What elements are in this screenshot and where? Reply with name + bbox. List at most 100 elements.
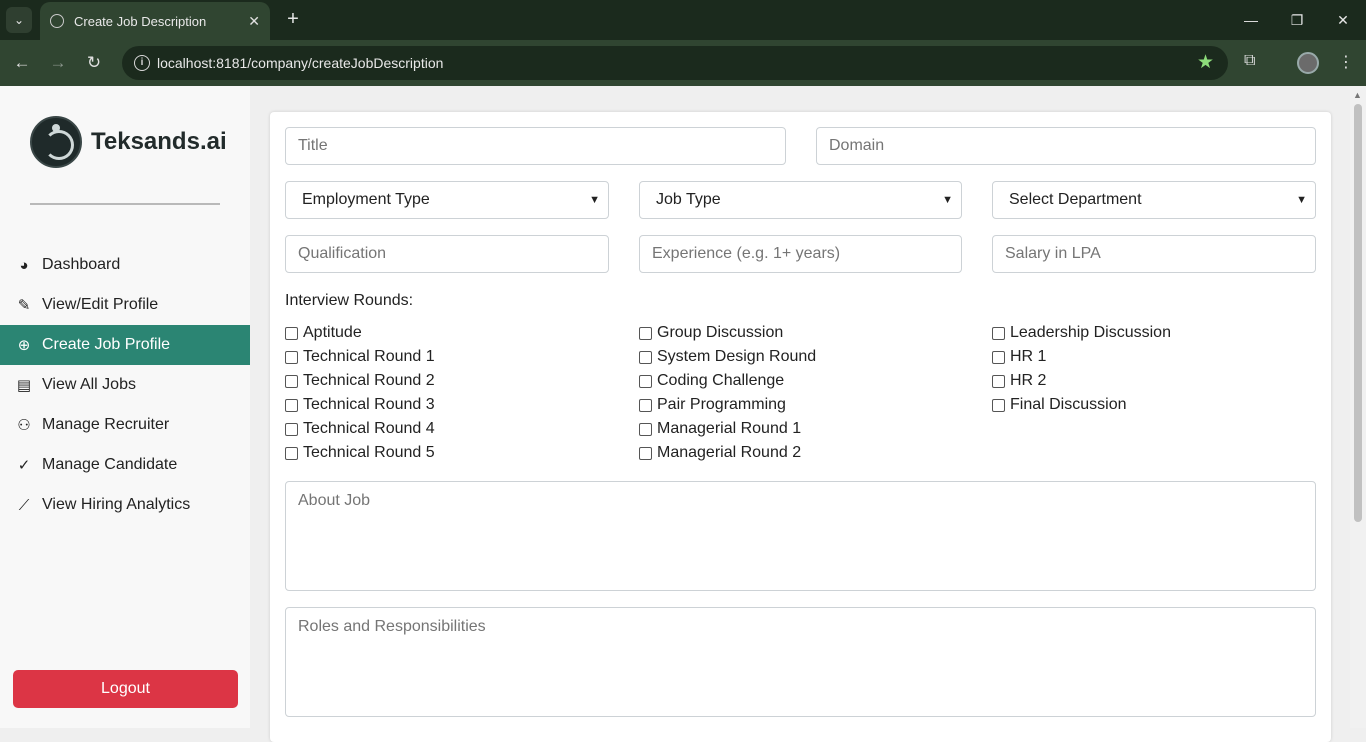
department-value: Select Department — [1009, 191, 1142, 208]
department-select[interactable]: Select Department ▼ — [992, 181, 1316, 219]
sidebar-item-label: View All Jobs — [42, 376, 136, 393]
sidebar-item-create-job-profile[interactable]: ⊕ Create Job Profile — [0, 325, 250, 365]
new-tab-button[interactable]: + — [282, 8, 304, 30]
checkbox[interactable] — [285, 422, 298, 436]
brand-name: Teksands.ai — [91, 128, 227, 155]
checkbox[interactable] — [639, 422, 652, 436]
sidebar-item-view-hiring-analytics[interactable]: ⟋ View Hiring Analytics — [0, 485, 250, 525]
checkbox[interactable] — [285, 446, 298, 460]
minimize-button[interactable]: — — [1228, 0, 1274, 40]
round-checkbox-technical-4[interactable]: Technical Round 4 — [285, 420, 435, 438]
forward-button[interactable]: → — [47, 52, 69, 74]
checkbox[interactable] — [992, 350, 1005, 364]
round-checkbox-technical-5[interactable]: Technical Round 5 — [285, 444, 435, 462]
checkbox[interactable] — [992, 374, 1005, 388]
scroll-up-icon[interactable]: ▲ — [1353, 90, 1362, 100]
page-scrollbar[interactable]: ▲ — [1350, 86, 1366, 728]
round-checkbox-hr-2[interactable]: HR 2 — [992, 372, 1046, 390]
checkbox-label: HR 1 — [1010, 348, 1047, 365]
logout-button[interactable]: Logout — [13, 670, 238, 708]
round-checkbox-leadership-discussion[interactable]: Leadership Discussion — [992, 324, 1171, 342]
checkbox[interactable] — [285, 326, 298, 340]
checkbox-label: System Design Round — [657, 348, 817, 365]
menu-icon[interactable]: ⋮ — [1338, 52, 1354, 72]
browser-tab[interactable]: Create Job Description ✕ — [40, 2, 270, 40]
user-check-icon: ✓ — [17, 457, 31, 474]
round-checkbox-aptitude[interactable]: Aptitude — [285, 324, 362, 342]
sidebar-item-view-edit-profile[interactable]: ✎ View/Edit Profile — [0, 285, 250, 325]
site-info-icon[interactable]: i — [134, 55, 150, 71]
employment-type-select[interactable]: Employment Type ▼ — [285, 181, 609, 219]
checkbox[interactable] — [639, 374, 652, 388]
checkbox-label: Coding Challenge — [657, 372, 785, 389]
sidebar-item-label: Create Job Profile — [42, 336, 171, 353]
checkbox[interactable] — [285, 374, 298, 388]
checkbox-label: Pair Programming — [657, 396, 786, 413]
round-checkbox-technical-1[interactable]: Technical Round 1 — [285, 348, 435, 366]
checkbox-label: Leadership Discussion — [1010, 324, 1171, 341]
tab-search-button[interactable]: ⌄ — [6, 7, 32, 33]
checkbox-label: HR 2 — [1010, 372, 1047, 389]
chevron-down-icon: ▼ — [1296, 194, 1307, 206]
title-input[interactable]: Title — [285, 127, 786, 165]
job-type-select[interactable]: Job Type ▼ — [639, 181, 962, 219]
sidebar-item-label: Dashboard — [42, 256, 121, 273]
checkbox-label: Technical Round 2 — [303, 372, 435, 389]
sidebar-item-manage-candidate[interactable]: ✓ Manage Candidate — [0, 445, 250, 485]
checkbox[interactable] — [992, 326, 1005, 340]
checkbox[interactable] — [639, 350, 652, 364]
scrollbar-thumb[interactable] — [1354, 104, 1362, 522]
chart-line-icon: ⟋ — [18, 496, 30, 514]
checkbox[interactable] — [992, 398, 1005, 412]
sidebar-item-view-all-jobs[interactable]: ▤ View All Jobs — [0, 365, 250, 405]
sidebar-item-label: View Hiring Analytics — [42, 496, 191, 513]
checkbox[interactable] — [285, 398, 298, 412]
checkbox-label: Group Discussion — [657, 324, 784, 341]
checkbox[interactable] — [639, 398, 652, 412]
round-checkbox-final-discussion[interactable]: Final Discussion — [992, 396, 1126, 414]
back-button[interactable]: ← — [11, 52, 33, 74]
round-checkbox-group-discussion[interactable]: Group Discussion — [639, 324, 783, 342]
browser-tab-bar: ⌄ Create Job Description ✕ + — ❐ ✕ — [0, 0, 1366, 40]
checkbox[interactable] — [285, 350, 298, 364]
sidebar-divider — [30, 203, 220, 205]
job-type-value: Job Type — [656, 191, 721, 208]
round-checkbox-pair-programming[interactable]: Pair Programming — [639, 396, 786, 414]
sidebar-item-label: Manage Recruiter — [42, 416, 170, 433]
user-edit-icon: ✎ — [17, 297, 31, 314]
round-checkbox-managerial-2[interactable]: Managerial Round 2 — [639, 444, 801, 462]
address-bar[interactable]: i localhost:8181/company/createJobDescri… — [122, 46, 1228, 80]
checkbox-label: Technical Round 1 — [303, 348, 435, 365]
close-window-button[interactable]: ✕ — [1320, 0, 1366, 40]
round-checkbox-technical-2[interactable]: Technical Round 2 — [285, 372, 435, 390]
salary-input[interactable]: Salary in LPA — [992, 235, 1316, 273]
qualification-input[interactable]: Qualification — [285, 235, 609, 273]
roles-responsibilities-textarea[interactable]: Roles and Responsibilities — [285, 607, 1316, 717]
round-checkbox-managerial-1[interactable]: Managerial Round 1 — [639, 420, 801, 438]
checkbox-label: Managerial Round 1 — [657, 420, 802, 437]
checkbox[interactable] — [639, 446, 652, 460]
plus-circle-icon: ⊕ — [17, 337, 31, 354]
employment-type-value: Employment Type — [302, 191, 430, 208]
checkbox-label: Technical Round 4 — [303, 420, 435, 437]
round-checkbox-technical-3[interactable]: Technical Round 3 — [285, 396, 435, 414]
profile-avatar[interactable] — [1297, 52, 1319, 74]
reload-button[interactable]: ↻ — [83, 52, 105, 74]
interview-rounds-label: Interview Rounds: — [285, 292, 414, 309]
round-checkbox-coding-challenge[interactable]: Coding Challenge — [639, 372, 784, 390]
experience-input[interactable]: Experience (e.g. 1+ years) — [639, 235, 962, 273]
sidebar-item-manage-recruiter[interactable]: ⚇ Manage Recruiter — [0, 405, 250, 445]
round-checkbox-hr-1[interactable]: HR 1 — [992, 348, 1046, 366]
round-checkbox-system-design[interactable]: System Design Round — [639, 348, 816, 366]
extensions-icon[interactable]: ⧉ — [1244, 52, 1255, 70]
tab-title: Create Job Description — [74, 13, 207, 29]
url-text: localhost:8181/company/createJobDescript… — [157, 55, 444, 71]
sidebar-item-dashboard[interactable]: ◕ Dashboard — [0, 245, 250, 285]
about-job-textarea[interactable]: About Job — [285, 481, 1316, 591]
close-tab-icon[interactable]: ✕ — [248, 13, 260, 30]
checkbox[interactable] — [639, 326, 652, 340]
restore-button[interactable]: ❐ — [1274, 0, 1320, 40]
domain-input[interactable]: Domain — [816, 127, 1316, 165]
logo-icon — [30, 116, 82, 168]
bookmark-star-icon[interactable]: ★ — [1197, 51, 1214, 74]
